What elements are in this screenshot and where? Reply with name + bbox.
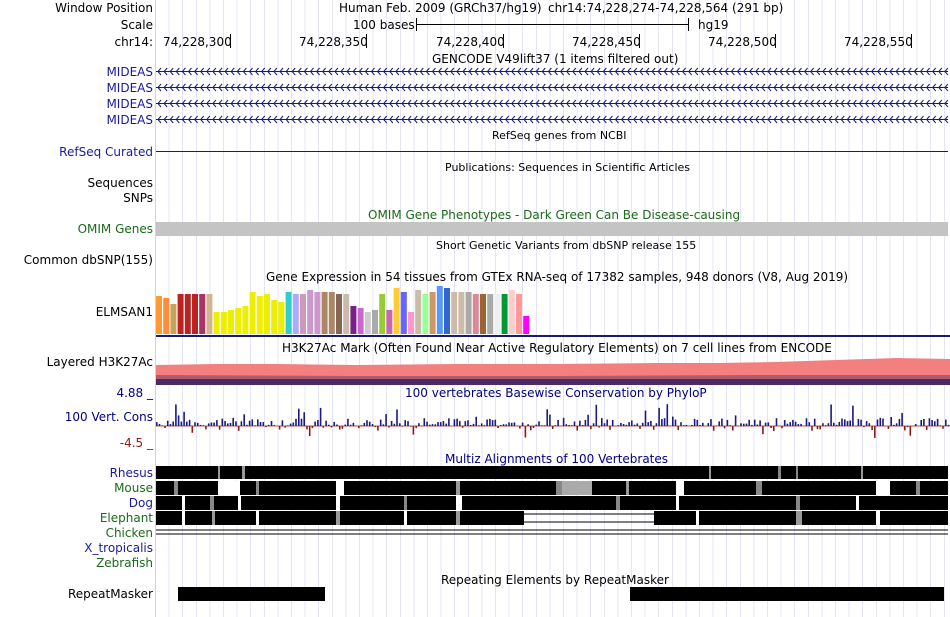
phylop-track-title[interactable]: 100 vertebrates Basewise Conservation by… <box>405 386 707 400</box>
scale-label: Scale <box>120 18 153 32</box>
assembly-name: Human Feb. 2009 (GRCh37/hg19) <box>339 1 542 15</box>
scale-bar-right-end <box>688 18 689 31</box>
publications-snps-label[interactable]: SNPs <box>123 191 153 205</box>
ruler-tick <box>775 34 776 48</box>
phylop-min-label: -4.5 _ <box>119 436 153 450</box>
repeat-element[interactable] <box>178 587 325 601</box>
gencode-transcript[interactable] <box>156 115 948 124</box>
ruler-tick-label: 74,228,450 <box>572 35 641 49</box>
refseq-gene-line[interactable] <box>156 151 948 152</box>
gencode-transcript[interactable] <box>156 99 948 108</box>
multiz-species-label[interactable]: X_tropicalis <box>84 541 153 555</box>
phylop-max-label: 4.88 _ <box>116 386 153 400</box>
omim-label[interactable]: OMIM Genes <box>78 222 153 236</box>
ruler-tick-label: 74,228,550 <box>844 35 913 49</box>
repeatmasker-label[interactable]: RepeatMasker <box>68 587 153 601</box>
gtex-track-title[interactable]: Gene Expression in 54 tissues from GTEx … <box>266 270 848 284</box>
position-readout: chr14:74,228,274-74,228,564 (291 bp) <box>548 1 784 15</box>
phylop-conservation-plot[interactable] <box>156 400 950 450</box>
h3k27ac-signal[interactable] <box>156 355 950 385</box>
multiz-species-label[interactable]: Chicken <box>106 526 153 540</box>
multiz-track-title[interactable]: Multiz Alignments of 100 Vertebrates <box>445 452 668 466</box>
publications-sequences-label[interactable]: Sequences <box>88 176 153 190</box>
refseq-track-title[interactable]: RefSeq genes from NCBI <box>492 129 627 143</box>
db-name: hg19 <box>698 18 729 32</box>
gencode-track-title[interactable]: GENCODE V49lift37 (1 items filtered out) <box>432 52 678 66</box>
dbsnp-label[interactable]: Common dbSNP(155) <box>24 253 153 267</box>
multiz-species-label[interactable]: Zebrafish <box>96 556 153 570</box>
omim-track-title[interactable]: OMIM Gene Phenotypes - Dark Green Can Be… <box>368 208 740 222</box>
scale-bar-left-end <box>416 18 417 31</box>
gencode-transcript[interactable] <box>156 67 948 76</box>
ruler-tick <box>503 34 504 48</box>
dbsnp-track-title[interactable]: Short Genetic Variants from dbSNP releas… <box>436 239 696 253</box>
refseq-label[interactable]: RefSeq Curated <box>59 145 153 159</box>
gencode-item-label[interactable]: MIDEAS <box>106 81 153 95</box>
ruler-tick <box>230 34 231 48</box>
ruler-tick-label: 74,228,400 <box>436 35 505 49</box>
gtex-gene-label[interactable]: ELMSAN1 <box>96 305 153 319</box>
scale-text: 100 bases <box>353 18 415 32</box>
multiz-species-label[interactable]: Dog <box>129 496 153 510</box>
ruler-tick-label: 74,228,300 <box>163 35 232 49</box>
gencode-transcript[interactable] <box>156 83 948 92</box>
h3k27ac-top-rule <box>156 335 950 337</box>
h3k27ac-track-title[interactable]: H3K27Ac Mark (Often Found Near Active Re… <box>282 341 832 355</box>
ruler-tick <box>911 34 912 48</box>
ruler-tick <box>639 34 640 48</box>
gencode-item-label[interactable]: MIDEAS <box>106 113 153 127</box>
ruler-tick-label: 74,228,500 <box>708 35 777 49</box>
gencode-item-label[interactable]: MIDEAS <box>106 97 153 111</box>
repeat-element[interactable] <box>630 587 944 601</box>
omim-gene-bar[interactable] <box>156 222 948 236</box>
phylop-label[interactable]: 100 Vert. Cons <box>65 410 153 424</box>
window-position-label: Window Position <box>55 1 153 15</box>
gtex-expression-bars[interactable] <box>156 284 556 336</box>
gencode-item-label[interactable]: MIDEAS <box>106 65 153 79</box>
h3k27ac-label[interactable]: Layered H3K27Ac <box>47 355 153 369</box>
multiz-species-label[interactable]: Rhesus <box>110 466 153 480</box>
publications-track-title[interactable]: Publications: Sequences in Scientific Ar… <box>445 161 690 175</box>
chrom-label: chr14: <box>114 35 153 49</box>
ruler-tick-label: 74,228,350 <box>299 35 368 49</box>
scale-bar <box>416 24 688 25</box>
multiz-species-label[interactable]: Mouse <box>114 481 153 495</box>
ruler-tick <box>366 34 367 48</box>
repeatmasker-track-title[interactable]: Repeating Elements by RepeatMasker <box>441 573 669 587</box>
multiz-alignment-blocks[interactable] <box>156 466 950 538</box>
multiz-species-label[interactable]: Elephant <box>100 511 153 525</box>
